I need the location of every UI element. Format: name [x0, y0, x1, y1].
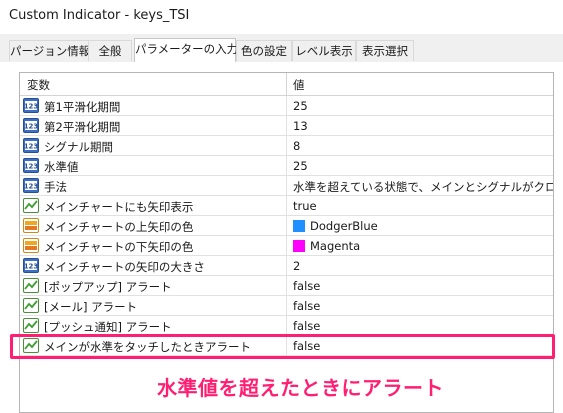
parameter-value[interactable]: 水準を超えている状態で、メインとシグナルがクロス [293, 179, 553, 195]
parameter-row[interactable]: 123 水準値 25 [20, 156, 553, 176]
svg-text:123: 123 [24, 123, 39, 131]
column-divider [286, 296, 287, 316]
parameter-value[interactable]: 25 [293, 99, 308, 113]
svg-text:123: 123 [24, 103, 39, 111]
parameter-name: メインチャートにも矢印表示 [44, 200, 194, 214]
column-divider [286, 156, 287, 176]
parameter-name: 手法 [44, 180, 67, 194]
number-param-icon: 123 [23, 178, 39, 193]
column-divider [286, 316, 287, 336]
svg-text:123: 123 [24, 183, 39, 191]
parameter-row[interactable]: 123 第2平滑化期間 13 [20, 116, 553, 136]
column-divider [286, 196, 287, 216]
tab-level-display[interactable]: レベル表示 [292, 40, 356, 61]
header-variable[interactable]: 変数 [27, 77, 50, 93]
color-param-icon [23, 218, 39, 233]
number-param-icon: 123 [23, 258, 39, 273]
parameter-value[interactable]: 13 [293, 119, 308, 133]
parameter-grid: 変数 値 123 第1平滑化期間 25 123 第2平滑化期間 13 123 シグナル期間 8 1… [19, 72, 554, 413]
parameter-name: 水準値 [44, 160, 79, 174]
header-value[interactable]: 値 [293, 77, 305, 93]
tab-display-selection[interactable]: 表示選択 [356, 40, 414, 61]
parameter-value[interactable]: Magenta [310, 239, 360, 253]
parameter-row[interactable]: 123 シグナル期間 8 [20, 136, 553, 156]
parameter-name: メインチャートの下矢印の色 [44, 240, 194, 254]
color-swatch[interactable] [293, 240, 305, 252]
parameter-value[interactable]: 25 [293, 159, 308, 173]
number-param-icon: 123 [23, 158, 39, 173]
parameter-row[interactable]: 123 手法 水準を超えている状態で、メインとシグナルがクロス [20, 176, 553, 196]
bool-param-icon [23, 198, 39, 213]
tab-general[interactable]: 全般 [88, 40, 132, 61]
column-divider [286, 116, 287, 136]
parameter-name: 第1平滑化期間 [44, 100, 121, 114]
parameter-value[interactable]: DodgerBlue [310, 219, 378, 233]
number-param-icon: 123 [23, 138, 39, 153]
column-divider [286, 276, 287, 296]
parameter-row[interactable]: [ポップアップ] アラート false [20, 276, 553, 296]
window-titlebar: Custom Indicator - keys_TSI [0, 0, 563, 34]
annotation-callout: 水準値を超えたときにアラート [157, 376, 444, 400]
parameter-row[interactable]: メインチャートにも矢印表示 true [20, 196, 553, 216]
parameter-name: [ポップアップ] アラート [44, 280, 172, 294]
parameter-value[interactable]: false [293, 299, 320, 313]
parameter-row[interactable]: 123 メインチャートの矢印の大きさ 2 [20, 256, 553, 276]
column-divider [286, 256, 287, 276]
column-divider [286, 216, 287, 236]
column-divider [286, 236, 287, 256]
color-param-icon [23, 238, 39, 253]
column-divider [286, 96, 287, 116]
tab-version-info[interactable]: パージョン情報 [9, 40, 90, 61]
color-swatch[interactable] [293, 220, 305, 232]
column-divider[interactable] [286, 73, 287, 95]
parameter-value[interactable]: false [293, 279, 320, 293]
parameter-row[interactable]: メインチャートの下矢印の色 Magenta [20, 236, 553, 256]
bool-param-icon [23, 278, 39, 293]
parameter-value[interactable]: true [293, 199, 317, 213]
parameter-row[interactable]: [プッシュ通知] アラート false [20, 316, 553, 336]
parameter-value[interactable]: 8 [293, 139, 300, 153]
highlight-box [10, 334, 555, 359]
svg-text:123: 123 [24, 143, 39, 151]
number-param-icon: 123 [23, 98, 39, 113]
bool-param-icon [23, 318, 39, 333]
column-divider [286, 176, 287, 196]
parameter-row[interactable]: 123 第1平滑化期間 25 [20, 96, 553, 116]
tab-bar: パージョン情報 全般 パラメーターの入力 色の設定 レベル表示 表示選択 [0, 38, 563, 63]
tab-color-settings[interactable]: 色の設定 [236, 40, 292, 61]
parameter-name: [メール] アラート [44, 300, 138, 314]
svg-text:123: 123 [24, 263, 39, 271]
bool-param-icon [23, 298, 39, 313]
parameter-row[interactable]: [メール] アラート false [20, 296, 553, 316]
svg-text:123: 123 [24, 163, 39, 171]
column-divider [286, 136, 287, 156]
window-title: Custom Indicator - keys_TSI [9, 8, 190, 23]
parameter-row[interactable]: メインチャートの上矢印の色 DodgerBlue [20, 216, 553, 236]
parameter-name: メインチャートの矢印の大きさ [44, 260, 205, 274]
parameter-value[interactable]: false [293, 319, 320, 333]
parameter-name: [プッシュ通知] アラート [44, 320, 172, 334]
parameter-value[interactable]: 2 [293, 259, 300, 273]
parameter-name: 第2平滑化期間 [44, 120, 121, 134]
parameter-name: メインチャートの上矢印の色 [44, 220, 194, 234]
number-param-icon: 123 [23, 118, 39, 133]
parameter-name: シグナル期間 [44, 140, 113, 154]
tab-parameter-input[interactable]: パラメーターの入力 [134, 38, 238, 63]
grid-header: 変数 値 [20, 73, 553, 96]
